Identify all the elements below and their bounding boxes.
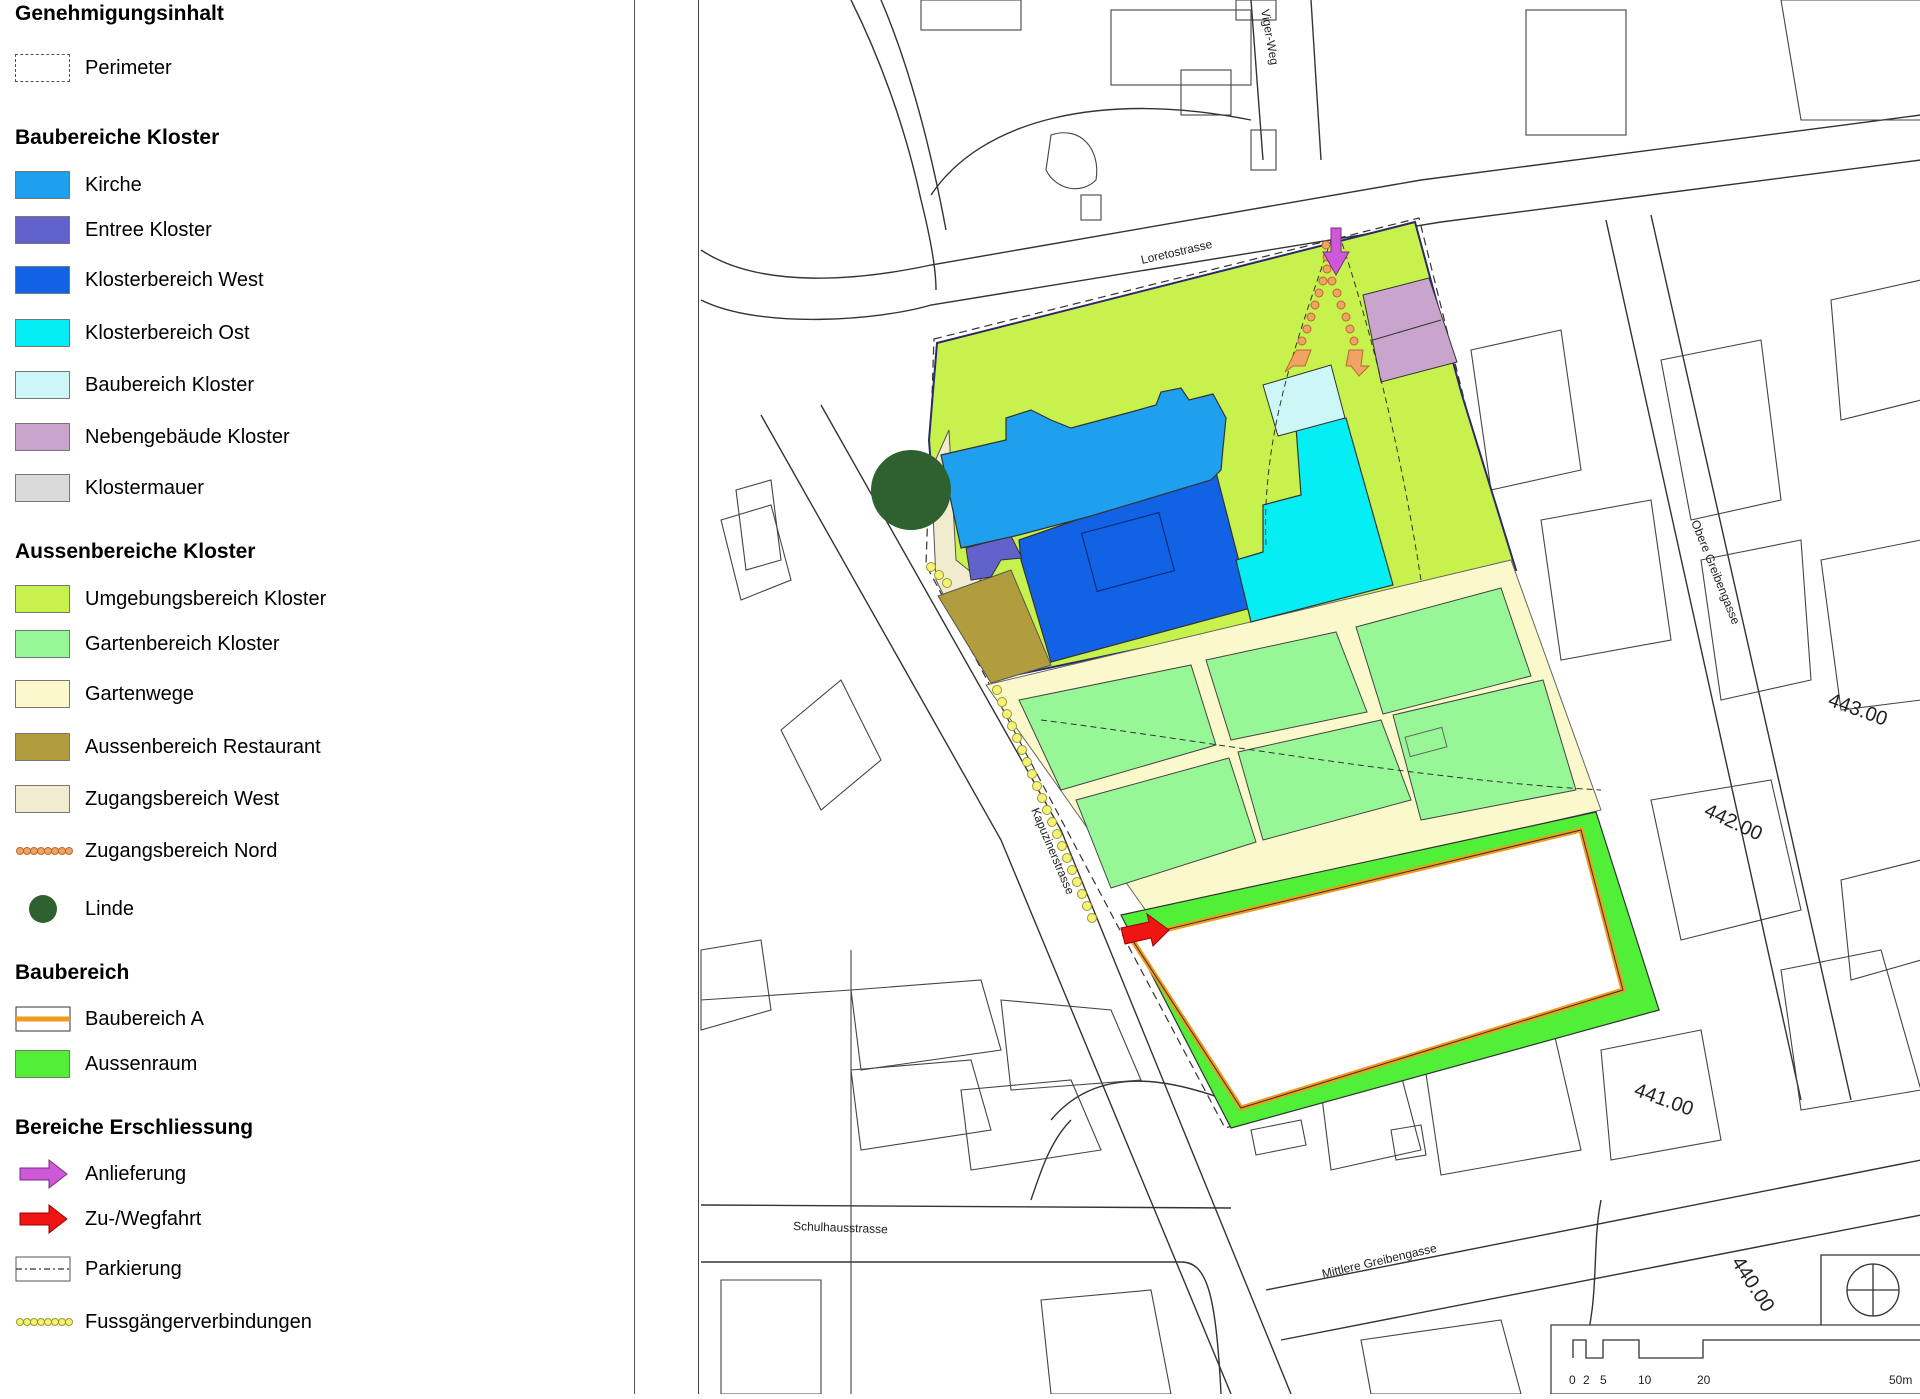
ost-swatch bbox=[15, 319, 70, 347]
legend-item-perimeter: Perimeter bbox=[15, 51, 172, 85]
map-legend: Genehmigungsinhalt Perimeter Baubereiche… bbox=[0, 0, 634, 1394]
scale-label: 10 bbox=[1638, 1373, 1652, 1387]
legend-label: Fussgängerverbindungen bbox=[85, 1310, 312, 1333]
street-label-loreto: Loretostrasse bbox=[1140, 237, 1214, 267]
elevation-label: 441.00 bbox=[1631, 1079, 1696, 1121]
legend-label: Gartenwege bbox=[85, 682, 194, 705]
legend-label: Klosterbereich West bbox=[85, 268, 264, 291]
scale-label: 50m bbox=[1889, 1373, 1912, 1387]
legend-label: Baubereich A bbox=[85, 1007, 204, 1030]
legend-item-restaurant: Aussenbereich Restaurant bbox=[15, 730, 321, 764]
legend-item-neben: Nebengebäude Kloster bbox=[15, 420, 290, 454]
legend-item-mauer: Klostermauer bbox=[15, 471, 204, 505]
legend-label: Klostermauer bbox=[85, 476, 204, 499]
street-label-mittlere: Mittlere Greibengasse bbox=[1321, 1241, 1439, 1281]
baubereich-a-swatch bbox=[15, 1002, 73, 1036]
elevation-label: 443.00 bbox=[1825, 689, 1890, 731]
legend-item-zugang-nord: Zugangsbereich Nord bbox=[15, 834, 277, 868]
scale-label: 5 bbox=[1600, 1373, 1607, 1387]
fussgaenger-dots-icon bbox=[15, 1305, 73, 1339]
linde-tree-icon bbox=[15, 892, 73, 926]
site-plan-map: Loretostrasse Kapuzinerstrasse Schulhaus… bbox=[698, 0, 1920, 1395]
street-label-schulhaus: Schulhausstrasse bbox=[793, 1219, 888, 1236]
legend-item-kirche: Kirche bbox=[15, 168, 142, 202]
map-canvas: Loretostrasse Kapuzinerstrasse Schulhaus… bbox=[700, 0, 1920, 1395]
neben-swatch bbox=[15, 423, 70, 451]
scale-label: 20 bbox=[1697, 1373, 1711, 1387]
baubereich-kloster-swatch bbox=[15, 371, 70, 399]
legend-label: Kirche bbox=[85, 173, 142, 196]
aussenraum-swatch bbox=[15, 1050, 70, 1078]
legend-label: Zugangsbereich Nord bbox=[85, 839, 278, 862]
legend-divider bbox=[634, 0, 635, 1394]
legend-label: Parkierung bbox=[85, 1257, 182, 1280]
legend-item-wege: Gartenwege bbox=[15, 677, 194, 711]
legend-item-garten: Gartenbereich Kloster bbox=[15, 627, 280, 661]
legend-label: Nebengebäude Kloster bbox=[85, 425, 290, 448]
restaurant-swatch bbox=[15, 733, 70, 761]
legend-item-zugang-west: Zugangsbereich West bbox=[15, 782, 279, 816]
legend-item-west: Klosterbereich West bbox=[15, 263, 264, 297]
legend-item-aussenraum: Aussenraum bbox=[15, 1047, 197, 1081]
legend-label: Anlieferung bbox=[85, 1162, 187, 1185]
scale-bar: 0 2 5 10 20 50m bbox=[1550, 1324, 1920, 1395]
umgebung-swatch bbox=[15, 585, 70, 613]
legend-item-baubereich-a: Baubereich A bbox=[15, 1002, 204, 1036]
zugang-west-swatch bbox=[15, 785, 70, 813]
legend-label: Aussenbereich Restaurant bbox=[85, 735, 321, 758]
legend-item-entree: Entree Kloster bbox=[15, 213, 212, 247]
legend-label: Aussenraum bbox=[85, 1052, 198, 1075]
legend-label: Gartenbereich Kloster bbox=[85, 632, 280, 655]
legend-label: Klosterbereich Ost bbox=[85, 321, 250, 344]
legend-title: Genehmigungsinhalt bbox=[15, 2, 224, 25]
kirche-swatch bbox=[15, 171, 70, 199]
legend-item-fussgaenger: Fussgängerverbindungen bbox=[15, 1305, 312, 1339]
elevation-labels: 443.00 442.00 441.00 440.00 bbox=[1631, 689, 1890, 1316]
anlieferung-arrow-icon bbox=[15, 1157, 73, 1191]
street-label-obere: Obere Greibengasse bbox=[1688, 518, 1743, 627]
west-swatch bbox=[15, 266, 70, 294]
legend-item-baubereich-kloster: Baubereich Kloster bbox=[15, 368, 254, 402]
garten-swatch bbox=[15, 630, 70, 658]
elevation-label: 442.00 bbox=[1701, 800, 1766, 846]
entree-swatch bbox=[15, 216, 70, 244]
legend-item-parkierung: Parkierung bbox=[15, 1252, 182, 1286]
legend-heading-erschliessung: Bereiche Erschliessung bbox=[15, 1116, 254, 1139]
wege-swatch bbox=[15, 680, 70, 708]
legend-item-linde: Linde bbox=[15, 892, 134, 926]
perimeter-swatch bbox=[15, 54, 70, 82]
legend-label: Zugangsbereich West bbox=[85, 787, 280, 810]
legend-heading-baubereich: Baubereich bbox=[15, 961, 130, 984]
legend-item-anlieferung: Anlieferung bbox=[15, 1157, 186, 1191]
parkierung-swatch bbox=[15, 1252, 73, 1286]
elevation-label: 440.00 bbox=[1727, 1253, 1779, 1316]
north-arrow-icon bbox=[1820, 1254, 1920, 1325]
mauer-swatch bbox=[15, 474, 70, 502]
wegfahrt-arrow-icon bbox=[15, 1202, 73, 1236]
legend-label: Entree Kloster bbox=[85, 218, 212, 241]
zugang-nord-dots-icon bbox=[15, 834, 73, 868]
scale-label: 2 bbox=[1583, 1373, 1590, 1387]
legend-label: Baubereich Kloster bbox=[85, 373, 254, 396]
street-label-viger: Viger-Weg bbox=[1258, 8, 1282, 66]
legend-label: Zu-/Wegfahrt bbox=[85, 1207, 202, 1230]
legend-item-umgebung: Umgebungsbereich Kloster bbox=[15, 582, 326, 616]
legend-label: Umgebungsbereich Kloster bbox=[85, 587, 327, 610]
scale-label: 0 bbox=[1569, 1373, 1576, 1387]
legend-heading-kloster-bau: Baubereiche Kloster bbox=[15, 126, 220, 149]
legend-label: Perimeter bbox=[85, 56, 172, 79]
legend-item-ost: Klosterbereich Ost bbox=[15, 316, 250, 350]
legend-item-wegfahrt: Zu-/Wegfahrt bbox=[15, 1202, 201, 1236]
legend-label: Linde bbox=[85, 897, 134, 920]
legend-heading-kloster-aussen: Aussenbereiche Kloster bbox=[15, 540, 256, 563]
linde-tree bbox=[871, 450, 951, 530]
